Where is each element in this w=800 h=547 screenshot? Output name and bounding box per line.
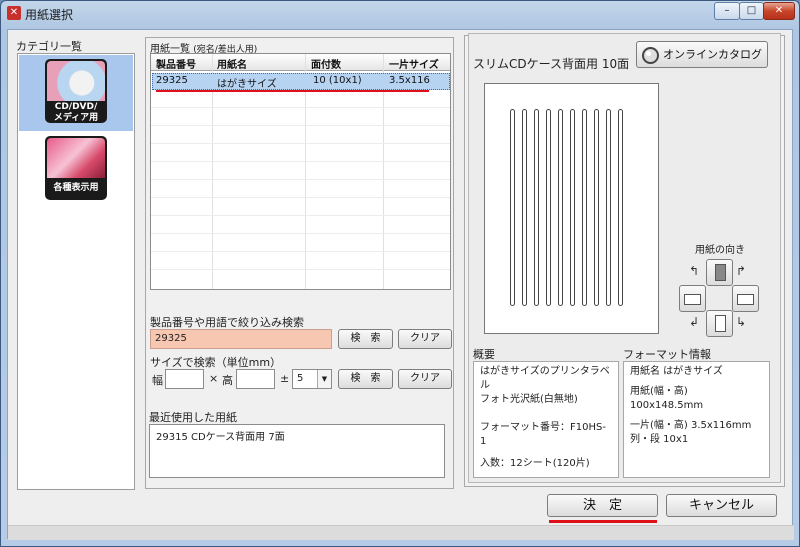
format-number: フォーマット番号：F10HS-1 <box>480 422 606 447</box>
display-image-icon <box>47 138 105 178</box>
rotate-arrow-icon: ↱ <box>736 264 747 278</box>
category-label: カテゴリ一覧 <box>16 40 82 53</box>
online-catalog-button[interactable]: オンラインカタログ <box>636 41 768 68</box>
minimize-button[interactable]: – <box>714 2 740 20</box>
label-slot <box>594 109 599 306</box>
orientation-portrait-down-button[interactable] <box>706 310 733 337</box>
clear-button[interactable]: クリア <box>398 329 452 349</box>
width-input[interactable] <box>165 369 204 389</box>
format-line: 一片(幅・高) 3.5x116mm <box>630 420 752 431</box>
label-slot <box>618 109 623 306</box>
format-line: 用紙名 はがきサイズ <box>630 366 723 377</box>
tolerance-select[interactable]: 5 ▼ <box>292 369 332 389</box>
summary-line: フォト光沢紙(白無地) <box>480 394 578 405</box>
dialog-client: カテゴリ一覧 CD/DVD/メディア用 各種表示用 用紙一覧 (宛名/差出人用) <box>7 29 794 540</box>
column-header[interactable]: 製品番号 <box>156 56 196 71</box>
rotate-arrow-icon: ↳ <box>736 315 747 329</box>
rotate-arrow-icon: ↰ <box>689 264 700 278</box>
landscape-paper-icon <box>684 294 701 305</box>
format-line: 列・段 10x1 <box>630 434 689 445</box>
sheet-count: 入数：12シート(120片) <box>480 458 590 469</box>
summary-line: はがきサイズのプリンタラベル <box>480 366 610 391</box>
category-caption: CD/DVD/メディア用 <box>53 102 99 123</box>
title-bar[interactable]: ✕ 用紙選択 – □ ✕ <box>1 1 799 27</box>
orientation-landscape-right-button[interactable] <box>732 285 759 312</box>
maximize-button[interactable]: □ <box>739 2 764 20</box>
cd-dvd-thumbnail: CD/DVD/メディア用 <box>45 59 107 123</box>
category-item-cd-dvd[interactable]: CD/DVD/メディア用 <box>19 55 133 131</box>
column-header[interactable]: 面付数 <box>311 56 341 71</box>
column-header[interactable]: 用紙名 <box>217 56 247 71</box>
summary-title: 概要 <box>473 348 495 361</box>
search-button[interactable]: 検 索 <box>338 329 393 349</box>
highlight-underline <box>549 520 657 523</box>
width-label: 幅 <box>152 374 163 387</box>
status-strip <box>8 525 794 540</box>
highlight-underline <box>156 90 429 92</box>
height-input[interactable] <box>236 369 275 389</box>
table-header: 製品番号 用紙名 面付数 一片サイズ <box>151 54 450 71</box>
label-slot <box>570 109 575 306</box>
table-cell: はがきサイズ <box>217 79 277 90</box>
height-label: 高 <box>222 374 233 387</box>
size-clear-button[interactable]: クリア <box>398 369 452 389</box>
recent-group: 最近使用した用紙 29315 CDケース背面用 7面 <box>145 407 454 489</box>
recent-title: 最近使用した用紙 <box>149 411 237 424</box>
format-info-title: フォーマット情報 <box>623 348 711 361</box>
summary-box: はがきサイズのプリンタラベル フォト光沢紙(白無地) フォーマット番号：F10H… <box>473 361 619 478</box>
chevron-down-icon[interactable]: ▼ <box>317 370 331 388</box>
portrait-paper-icon <box>715 315 726 332</box>
cancel-button[interactable]: キャンセル <box>666 494 777 517</box>
table-cell: 29325 <box>156 75 188 86</box>
orientation-landscape-left-button[interactable] <box>679 285 706 312</box>
portrait-paper-icon <box>715 264 726 281</box>
table-cell: 10 (10x1) <box>313 75 362 86</box>
landscape-paper-icon <box>737 294 754 305</box>
table-cell: 3.5x116 <box>389 75 430 86</box>
size-search-button[interactable]: 検 索 <box>338 369 393 389</box>
globe-icon <box>642 46 659 64</box>
ok-button[interactable]: 決 定 <box>547 494 658 517</box>
label-slot <box>582 109 587 306</box>
window-title: 用紙選択 <box>25 8 74 22</box>
preview-title: スリムCDケース背面用 10面 <box>473 57 630 71</box>
label-slot <box>534 109 539 306</box>
category-caption: 各種表示用 <box>53 183 99 193</box>
display-thumbnail: 各種表示用 <box>45 136 107 200</box>
label-slot <box>558 109 563 306</box>
recent-list[interactable]: 29315 CDケース背面用 7面 <box>149 424 445 478</box>
list-item[interactable]: 29315 CDケース背面用 7面 <box>156 428 438 443</box>
label-slot <box>522 109 527 306</box>
times-label: × <box>209 372 219 385</box>
column-header[interactable]: 一片サイズ <box>389 56 439 71</box>
close-button[interactable]: ✕ <box>763 2 795 20</box>
category-list[interactable]: CD/DVD/メディア用 各種表示用 <box>17 53 135 490</box>
size-search-title: サイズで検索（単位mm） <box>150 356 282 369</box>
app-icon: ✕ <box>7 6 21 20</box>
orientation-title: 用紙の向き <box>695 245 745 256</box>
label-slot <box>606 109 611 306</box>
paper-table[interactable]: 製品番号 用紙名 面付数 一片サイズ 29325 はがきサイズ 10 (10x1… <box>150 53 451 290</box>
format-line: 用紙(幅・高) 100x148.5mm <box>630 386 704 411</box>
format-info-box: 用紙名 はがきサイズ 用紙(幅・高) 100x148.5mm 一片(幅・高) 3… <box>623 361 770 478</box>
label-slot <box>510 109 515 306</box>
cd-image-icon <box>47 61 105 101</box>
search-title: 製品番号や用語で絞り込み検索 <box>150 316 304 329</box>
dialog-window: ✕ 用紙選択 – □ ✕ カテゴリ一覧 CD/DVD/メディア用 各種表示用 用… <box>0 0 800 547</box>
label-slot <box>546 109 551 306</box>
plusminus-label: ± <box>280 372 290 385</box>
search-input[interactable]: 29325 <box>150 329 332 349</box>
rotate-arrow-icon: ↲ <box>689 315 700 329</box>
category-item-display[interactable]: 各種表示用 <box>19 132 133 208</box>
orientation-portrait-up-button[interactable] <box>706 259 733 286</box>
paper-preview <box>484 83 659 334</box>
